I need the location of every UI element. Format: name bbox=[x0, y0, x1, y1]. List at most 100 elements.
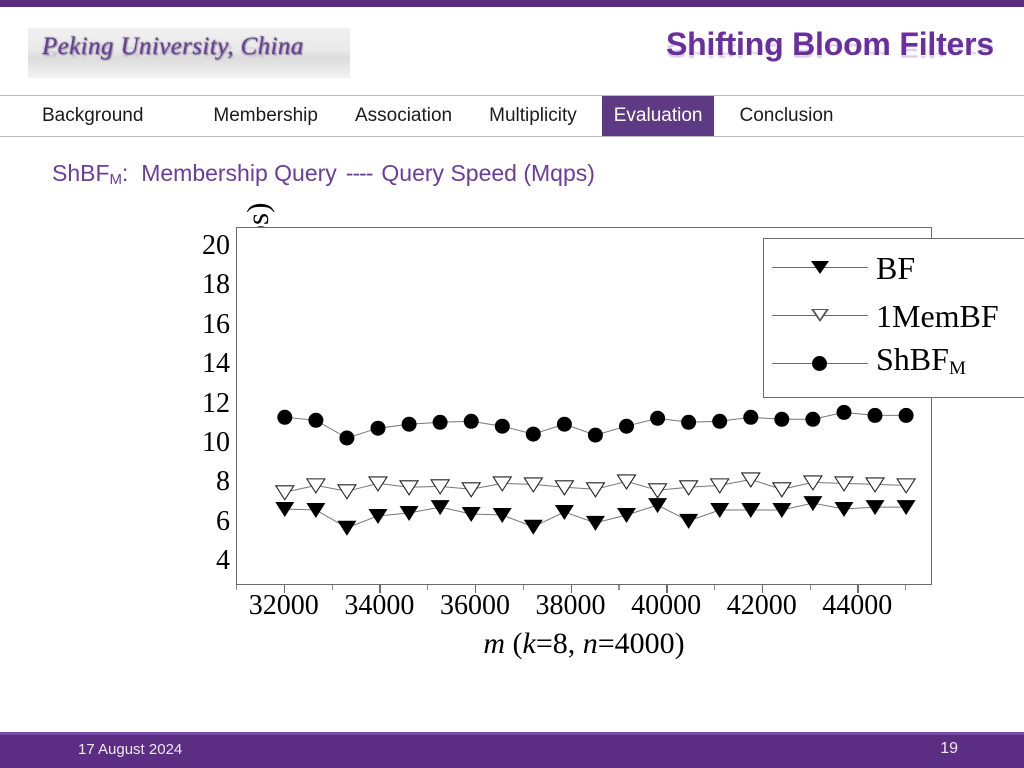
footer-page-number: 19 bbox=[940, 740, 958, 757]
data-point-BF bbox=[803, 496, 823, 512]
nav-item-background[interactable]: Background bbox=[30, 96, 155, 136]
data-point-ShBF_M bbox=[401, 416, 417, 432]
x-tick-mark bbox=[379, 585, 381, 593]
data-point-BF bbox=[368, 508, 388, 524]
slide-footer: 17 August 2024 19 bbox=[0, 732, 1024, 768]
data-point-BF bbox=[337, 520, 357, 536]
data-point-1MemBF bbox=[585, 482, 606, 498]
legend-label: BF bbox=[876, 250, 916, 286]
y-tick-label: 12 bbox=[202, 387, 230, 419]
data-point-1MemBF bbox=[461, 482, 482, 498]
x-axis-k-symbol: k bbox=[522, 627, 536, 660]
x-tick-label: 32000 bbox=[248, 590, 319, 621]
data-point-ShBF_M bbox=[525, 426, 541, 442]
x-tick-minor bbox=[905, 585, 907, 590]
data-point-ShBF_M bbox=[370, 420, 386, 436]
x-tick-mark bbox=[666, 585, 668, 593]
data-point-1MemBF bbox=[305, 478, 326, 494]
legend-label: 1MemBF bbox=[876, 298, 999, 334]
data-point-BF bbox=[430, 500, 450, 516]
footer-date: 17 August 2024 bbox=[78, 741, 183, 758]
data-point-ShBF_M bbox=[587, 427, 603, 443]
x-tick-label: 38000 bbox=[535, 590, 606, 621]
data-point-1MemBF bbox=[274, 485, 295, 501]
y-tick-label: 6 bbox=[216, 505, 230, 537]
x-tick-label: 36000 bbox=[439, 590, 510, 621]
data-point-ShBF_M bbox=[432, 414, 448, 430]
x-axis-open-paren: ( bbox=[505, 627, 523, 660]
data-point-1MemBF bbox=[740, 472, 761, 488]
data-point-ShBF_M bbox=[774, 411, 790, 427]
legend-marker-sample bbox=[764, 253, 876, 283]
x-tick-minor bbox=[331, 585, 333, 590]
nav-item-membership[interactable]: Membership bbox=[201, 96, 330, 136]
slide-header: Peking University, China Peking Universi… bbox=[0, 7, 1024, 95]
nav-item-association[interactable]: Association bbox=[343, 96, 464, 136]
x-tick-minor bbox=[618, 585, 620, 590]
filled-circle-icon bbox=[812, 356, 827, 371]
data-point-ShBF_M bbox=[681, 414, 697, 430]
y-tick-label: 10 bbox=[202, 426, 230, 458]
legend-row: ShBFM bbox=[764, 341, 1024, 387]
data-point-1MemBF bbox=[647, 483, 668, 499]
data-point-BF bbox=[679, 513, 699, 529]
university-logo-reflection: Peking University, China bbox=[42, 44, 304, 59]
nav-item-multiplicity[interactable]: Multiplicity bbox=[477, 96, 589, 136]
x-tick-minor bbox=[236, 585, 238, 590]
chart-x-axis-title: m (k=8, n=4000) bbox=[236, 627, 932, 661]
nav-item-conclusion[interactable]: Conclusion bbox=[727, 96, 845, 136]
chart-plot-frame: BF 1MemBF ShBFM bbox=[236, 227, 1024, 585]
top-accent-bar bbox=[0, 0, 1024, 7]
legend-label: ShBFM bbox=[876, 341, 966, 379]
x-axis-n-symbol: n bbox=[582, 627, 598, 660]
data-point-BF bbox=[834, 502, 854, 518]
data-point-ShBF_M bbox=[836, 404, 852, 420]
legend-label-subscript: M bbox=[948, 358, 966, 379]
legend-row: BF bbox=[764, 245, 1024, 291]
x-tick-minor bbox=[522, 585, 524, 590]
subtitle-separator: ---- bbox=[345, 160, 374, 186]
y-tick-label: 16 bbox=[202, 308, 230, 340]
subtitle-part2: Query Speed (Mqps) bbox=[381, 160, 595, 186]
y-tick-label: 18 bbox=[202, 269, 230, 301]
x-tick-label: 42000 bbox=[726, 590, 797, 621]
subtitle-prefix: ShBF bbox=[52, 160, 110, 186]
x-tick-label: 34000 bbox=[344, 590, 415, 621]
data-point-ShBF_M bbox=[277, 409, 293, 425]
legend-marker-sample bbox=[764, 301, 876, 331]
subtitle-subscript: M bbox=[109, 171, 123, 188]
data-point-ShBF_M bbox=[463, 413, 479, 429]
data-point-1MemBF bbox=[896, 478, 917, 494]
x-tick-label: 44000 bbox=[822, 590, 893, 621]
subtitle-colon: : bbox=[122, 160, 129, 186]
legend-marker-sample bbox=[764, 349, 876, 379]
data-point-BF bbox=[554, 505, 574, 520]
data-point-ShBF_M bbox=[339, 430, 355, 446]
data-point-ShBF_M bbox=[556, 416, 572, 432]
open-triangle-down-icon bbox=[811, 309, 829, 322]
nav-item-evaluation[interactable]: Evaluation bbox=[601, 96, 715, 136]
university-logo: Peking University, China Peking Universi… bbox=[28, 28, 350, 78]
y-tick-label: 4 bbox=[216, 545, 230, 577]
y-tick-label: 8 bbox=[216, 466, 230, 498]
data-point-1MemBF bbox=[336, 484, 357, 500]
x-tick-label: 40000 bbox=[631, 590, 702, 621]
data-point-1MemBF bbox=[616, 474, 637, 490]
x-tick-mark bbox=[761, 585, 764, 593]
data-point-BF bbox=[523, 519, 543, 535]
x-tick-mark bbox=[570, 585, 572, 593]
x-tick-minor bbox=[809, 585, 811, 590]
x-tick-mark bbox=[474, 585, 477, 593]
data-point-BF bbox=[492, 507, 512, 523]
filled-triangle-down-icon bbox=[811, 261, 829, 274]
x-tick-mark bbox=[857, 585, 859, 593]
legend-row: 1MemBF bbox=[764, 293, 1024, 339]
section-nav: Background Membership Association Multiplic… bbox=[30, 96, 845, 136]
page-title-reflection: Shifting Bloom Filters bbox=[665, 39, 994, 62]
section-nav-bar: Background Membership Association Multiplic… bbox=[0, 95, 1024, 137]
